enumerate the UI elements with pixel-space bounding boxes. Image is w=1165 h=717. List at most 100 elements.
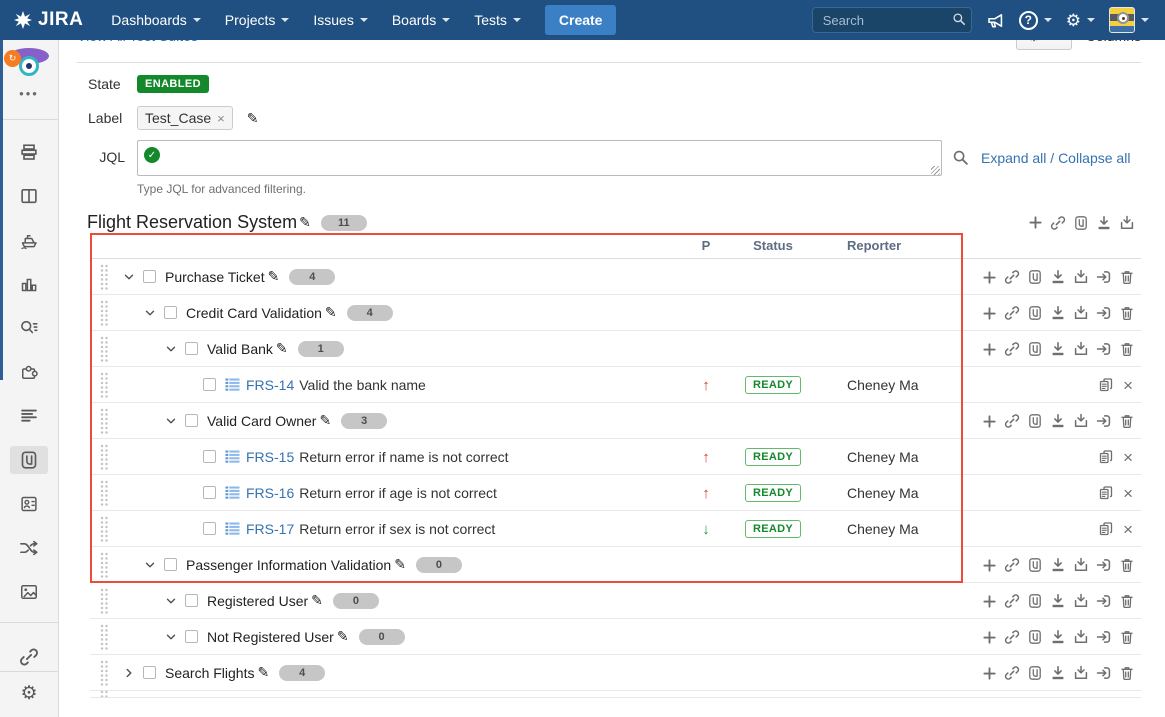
search-input[interactable] bbox=[812, 7, 972, 33]
export-icon[interactable] bbox=[1119, 215, 1135, 231]
issue-key-link[interactable]: FRS-15 bbox=[246, 449, 294, 465]
download-icon[interactable] bbox=[1050, 413, 1066, 429]
add-icon[interactable] bbox=[982, 270, 997, 285]
trash-icon[interactable] bbox=[1119, 269, 1135, 285]
copy-icon[interactable] bbox=[1098, 377, 1114, 393]
drag-handle[interactable] bbox=[100, 264, 109, 290]
search-icon[interactable] bbox=[952, 12, 966, 26]
link-icon[interactable] bbox=[1004, 269, 1020, 285]
link-icon[interactable] bbox=[1004, 665, 1020, 681]
nav-menu-projects[interactable]: Projects bbox=[215, 6, 300, 34]
project-avatar[interactable]: ↻ bbox=[9, 48, 49, 64]
edit-pencil-icon[interactable]: ✎ bbox=[325, 304, 337, 321]
help-menu[interactable]: ? bbox=[1019, 11, 1052, 30]
edit-pencil-icon[interactable]: ✎ bbox=[337, 628, 349, 645]
link-icon[interactable] bbox=[1050, 215, 1066, 231]
download-icon[interactable] bbox=[1050, 557, 1066, 573]
export-icon[interactable] bbox=[1073, 557, 1089, 573]
add-icon[interactable] bbox=[982, 414, 997, 429]
expand-all-link[interactable]: Expand all bbox=[981, 150, 1046, 166]
move-to-icon[interactable] bbox=[1096, 341, 1112, 357]
add-icon[interactable] bbox=[982, 306, 997, 321]
move-to-icon[interactable] bbox=[1096, 557, 1112, 573]
edit-pencil-icon[interactable]: ✎ bbox=[319, 412, 331, 429]
export-icon[interactable] bbox=[1073, 341, 1089, 357]
trash-icon[interactable] bbox=[1119, 629, 1135, 645]
sidebar-item-contacts[interactable] bbox=[10, 490, 48, 518]
trash-icon[interactable] bbox=[1119, 341, 1135, 357]
download-icon[interactable] bbox=[1050, 269, 1066, 285]
row-checkbox[interactable] bbox=[143, 270, 156, 283]
row-checkbox[interactable] bbox=[143, 666, 156, 679]
jira-logo[interactable]: JIRA bbox=[14, 9, 83, 31]
sidebar-item-shuffle[interactable] bbox=[10, 534, 48, 562]
trash-icon[interactable] bbox=[1119, 593, 1135, 609]
drag-handle[interactable] bbox=[100, 660, 109, 686]
drag-handle[interactable] bbox=[100, 480, 109, 506]
edit-pencil-icon[interactable]: ✎ bbox=[276, 340, 288, 357]
row-checkbox[interactable] bbox=[185, 414, 198, 427]
sidebar-item-issue-search[interactable] bbox=[10, 314, 48, 342]
edit-pencil-icon[interactable]: ✎ bbox=[311, 592, 323, 609]
sidebar-item-releases[interactable] bbox=[10, 226, 48, 254]
test-suite-icon[interactable] bbox=[1027, 341, 1043, 357]
remove-x-icon[interactable]: × bbox=[1121, 377, 1135, 394]
drag-handle[interactable] bbox=[100, 408, 109, 434]
test-suite-icon[interactable] bbox=[1027, 665, 1043, 681]
expand-chevron-icon[interactable] bbox=[122, 270, 136, 284]
move-to-icon[interactable] bbox=[1096, 593, 1112, 609]
row-checkbox[interactable] bbox=[203, 522, 216, 535]
trash-icon[interactable] bbox=[1119, 665, 1135, 681]
sidebar-item-links[interactable] bbox=[10, 643, 48, 671]
export-icon[interactable] bbox=[1073, 269, 1089, 285]
nav-menu-boards[interactable]: Boards bbox=[382, 6, 460, 34]
project-settings-gear-icon[interactable]: ⚙ bbox=[20, 684, 37, 703]
add-icon[interactable] bbox=[982, 594, 997, 609]
sidebar-item-addons[interactable] bbox=[10, 358, 48, 386]
remove-x-icon[interactable]: × bbox=[1121, 521, 1135, 538]
row-checkbox[interactable] bbox=[185, 594, 198, 607]
drag-handle[interactable] bbox=[100, 624, 109, 650]
link-icon[interactable] bbox=[1004, 557, 1020, 573]
copy-icon[interactable] bbox=[1098, 521, 1114, 537]
row-checkbox[interactable] bbox=[203, 486, 216, 499]
trash-icon[interactable] bbox=[1119, 557, 1135, 573]
drag-handle[interactable] bbox=[100, 336, 109, 362]
copy-icon[interactable] bbox=[1098, 485, 1114, 501]
sidebar-item-backlog[interactable] bbox=[10, 138, 48, 166]
nav-menu-tests[interactable]: Tests bbox=[464, 6, 531, 34]
issue-key-link[interactable]: FRS-14 bbox=[246, 377, 294, 393]
admin-gear-menu[interactable]: ⚙ bbox=[1066, 12, 1095, 29]
drag-handle[interactable] bbox=[100, 372, 109, 398]
add-icon[interactable] bbox=[1028, 215, 1043, 230]
download-icon[interactable] bbox=[1050, 341, 1066, 357]
edit-pencil-icon[interactable]: ✎ bbox=[394, 556, 406, 573]
resize-grip[interactable] bbox=[931, 166, 940, 175]
expand-chevron-icon[interactable] bbox=[143, 306, 157, 320]
sidebar-item-media[interactable] bbox=[10, 578, 48, 606]
sidebar-item-reports[interactable] bbox=[10, 270, 48, 298]
move-to-icon[interactable] bbox=[1096, 665, 1112, 681]
create-button[interactable]: Create bbox=[545, 5, 617, 35]
drag-handle[interactable] bbox=[100, 300, 109, 326]
test-suite-icon[interactable] bbox=[1073, 215, 1089, 231]
link-icon[interactable] bbox=[1004, 593, 1020, 609]
move-to-icon[interactable] bbox=[1096, 413, 1112, 429]
add-icon[interactable] bbox=[982, 342, 997, 357]
edit-pencil-icon[interactable]: ✎ bbox=[247, 110, 259, 127]
remove-x-icon[interactable]: × bbox=[1121, 485, 1135, 502]
megaphone-icon[interactable] bbox=[986, 11, 1005, 30]
download-icon[interactable] bbox=[1050, 629, 1066, 645]
test-suite-icon[interactable] bbox=[1027, 413, 1043, 429]
expand-chevron-icon[interactable] bbox=[164, 342, 178, 356]
link-icon[interactable] bbox=[1004, 341, 1020, 357]
trash-icon[interactable] bbox=[1119, 305, 1135, 321]
expand-chevron-icon[interactable] bbox=[143, 558, 157, 572]
row-checkbox[interactable] bbox=[164, 558, 177, 571]
expand-chevron-icon[interactable] bbox=[122, 666, 136, 680]
row-checkbox[interactable] bbox=[164, 306, 177, 319]
link-icon[interactable] bbox=[1004, 413, 1020, 429]
more-icon[interactable]: ••• bbox=[19, 86, 39, 101]
expand-chevron-icon[interactable] bbox=[164, 414, 178, 428]
collapse-all-link[interactable]: Collapse all bbox=[1058, 150, 1130, 166]
